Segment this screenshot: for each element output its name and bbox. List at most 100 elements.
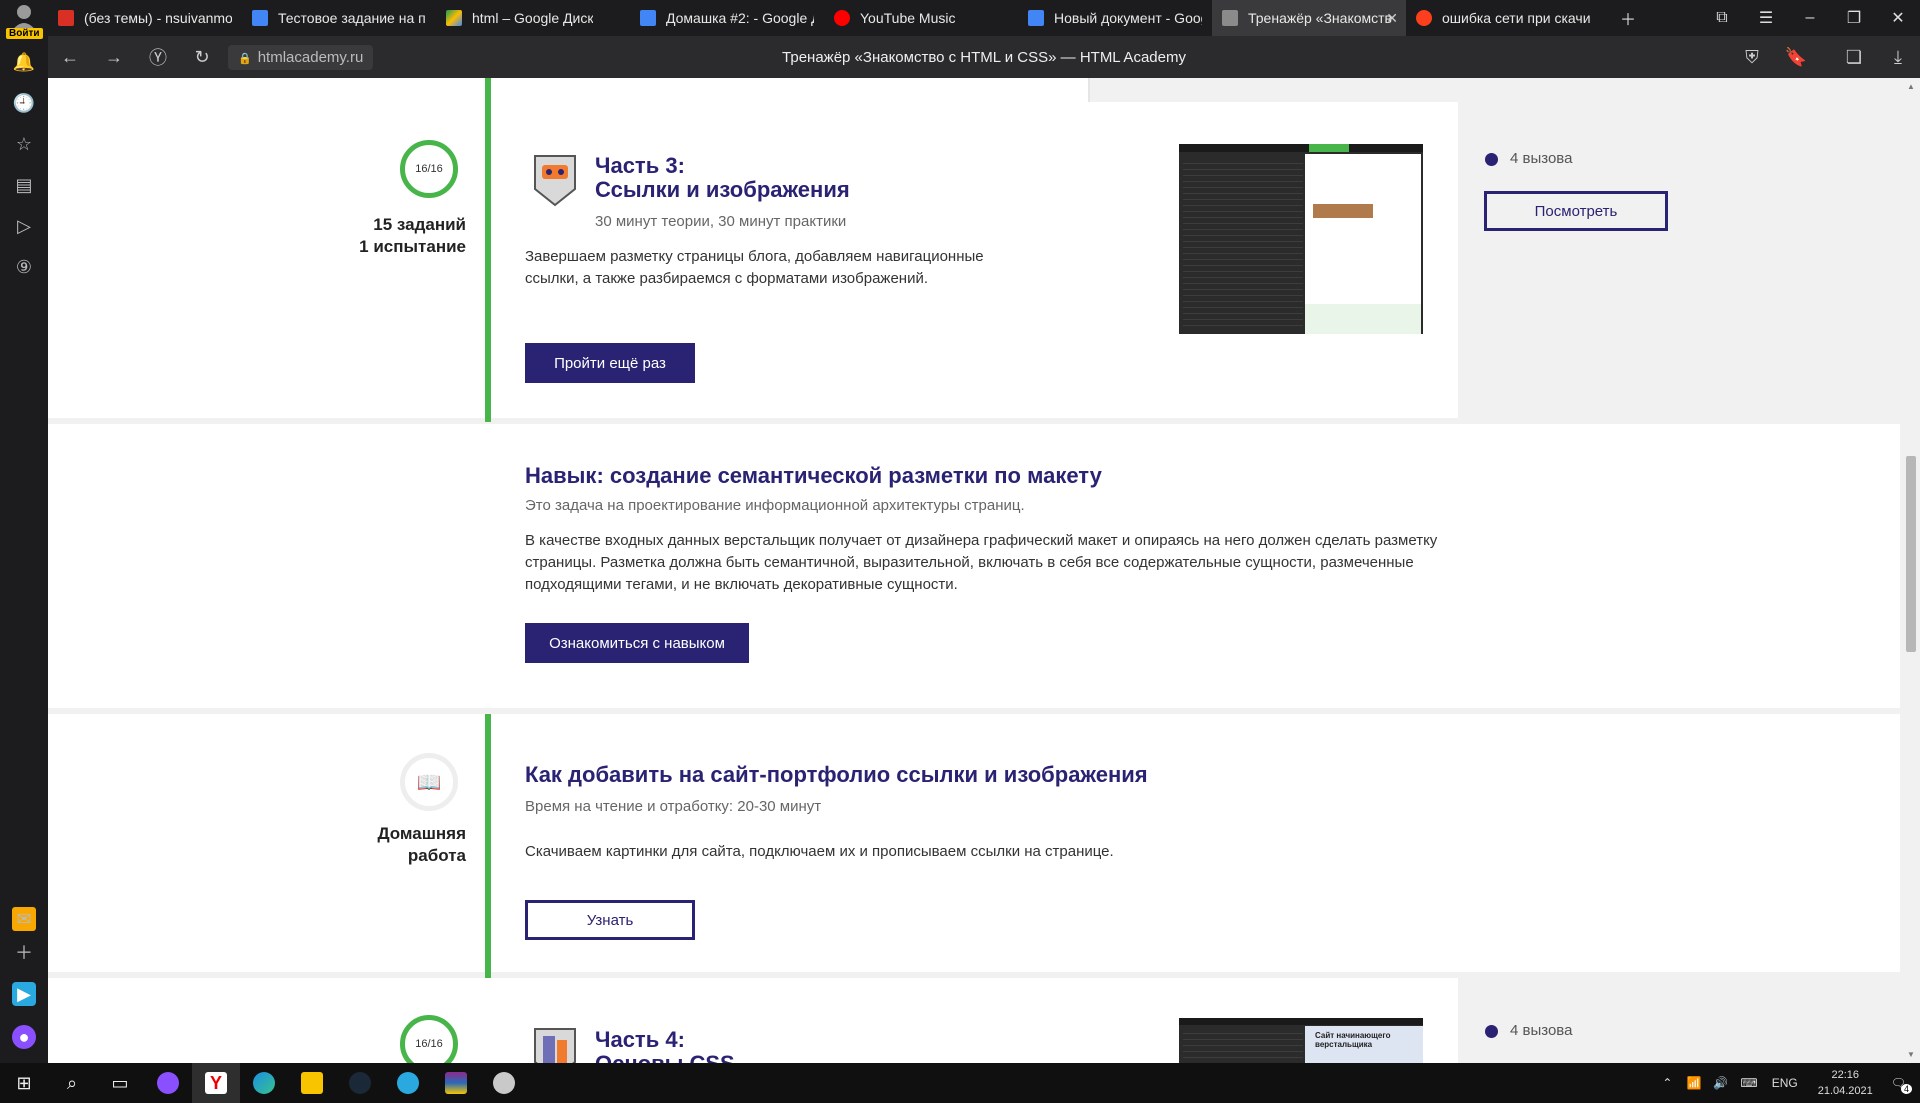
clock-time: 22:16: [1831, 1069, 1859, 1081]
tray-chevron-icon[interactable]: ⌃: [1662, 1076, 1672, 1090]
yandex-browser-icon[interactable]: Y: [192, 1063, 240, 1103]
play-icon[interactable]: ▷: [12, 214, 36, 238]
book-icon: 📖: [416, 771, 442, 794]
homework-caption-line1: Домашняя: [377, 824, 466, 843]
preview-code: [1183, 1028, 1303, 1063]
tab-label: html – Google Диск: [472, 10, 594, 26]
yandex-home-icon[interactable]: Ⓨ: [136, 44, 180, 70]
edge-icon[interactable]: [240, 1063, 288, 1103]
add-service-icon[interactable]: ＋: [12, 941, 36, 965]
volume-icon[interactable]: 🔊: [1713, 1076, 1728, 1090]
part3-stats: 15 заданий 1 испытание: [359, 214, 466, 258]
alice-icon[interactable]: ●: [12, 1025, 36, 1049]
reload-icon[interactable]: ↻: [180, 47, 224, 68]
restore-icon[interactable]: ❐: [1832, 8, 1876, 28]
new-tab-icon[interactable]: ＋: [1606, 6, 1650, 30]
preview-check: [1309, 144, 1349, 152]
app-icon[interactable]: [480, 1063, 528, 1103]
tab-label: (без темы) - nsuivanmoise: [84, 10, 232, 26]
scroll-down-icon[interactable]: ▼: [1907, 1050, 1915, 1059]
previous-card-fragment: [48, 78, 1088, 102]
bell-icon[interactable]: 🔔: [12, 50, 36, 74]
learn-button[interactable]: Узнать: [525, 900, 695, 940]
part3-title-line2: Ссылки и изображения: [595, 177, 850, 202]
address-bar[interactable]: 🔒 htmlacademy.ru: [228, 44, 374, 70]
clock-date: 21.04.2021: [1817, 1085, 1873, 1097]
tab-label: ошибка сети при скачив: [1442, 10, 1590, 26]
google-docs-icon: [252, 10, 268, 26]
skill-button[interactable]: Ознакомиться с навыком: [525, 623, 749, 663]
skill-title: Навык: создание семантической разметки п…: [525, 463, 1102, 488]
url-text: htmlacademy.ru: [257, 48, 364, 66]
steam-icon[interactable]: [336, 1063, 384, 1103]
collections-icon[interactable]: ❏: [1832, 47, 1876, 68]
view-button[interactable]: Посмотреть: [1484, 191, 1668, 231]
star-icon[interactable]: ☆: [12, 132, 36, 156]
close-window-icon[interactable]: ✕: [1876, 8, 1920, 28]
divider: [1088, 78, 1090, 102]
skill-subtitle: Это задача на проектирование информацион…: [525, 497, 1025, 514]
keyboard-icon[interactable]: ⌨: [1740, 1076, 1757, 1090]
tab-gmail[interactable]: (без темы) - nsuivanmoise: [48, 0, 242, 36]
part3-title-line1: Часть 3:: [595, 153, 685, 178]
system-tray: ⌃ 📶 🔊 ⌨ ENG 22:16 21.04.2021 🗨 4: [1654, 1063, 1920, 1103]
tab-yandex-search[interactable]: ошибка сети при скачив: [1406, 0, 1600, 36]
tab-label: Новый документ - Googl: [1054, 10, 1202, 26]
browser-sidebar: Войти 🔔 🕘 ☆ ▤ ▷ ⑨ ✉ ＋ ▶ ●: [0, 0, 48, 1063]
bookmark-icon[interactable]: 🔖: [1774, 47, 1818, 68]
menu-icon[interactable]: ☰: [1744, 8, 1788, 28]
scroll-up-icon[interactable]: ▲: [1907, 82, 1915, 91]
clock[interactable]: 22:16 21.04.2021: [1818, 1067, 1873, 1099]
tab-homework-doc[interactable]: Домашка #2: - Google Д: [630, 0, 824, 36]
mail-icon[interactable]: ✉: [12, 907, 36, 931]
forward-icon[interactable]: →: [92, 47, 136, 68]
calls-dot: [1485, 152, 1498, 166]
htmlacademy-icon: [1222, 10, 1238, 26]
bookmarks-panel-icon[interactable]: ⧉: [1700, 9, 1744, 27]
back-icon[interactable]: ←: [48, 47, 92, 68]
tab-youtube-music[interactable]: YouTube Music: [824, 0, 1018, 36]
part3-duration: 30 минут теории, 30 минут практики: [595, 213, 847, 230]
preview-tasks: [1305, 304, 1421, 334]
homework-description: Скачиваем картинки для сайта, подключаем…: [525, 843, 1114, 860]
part4-badge-icon: [533, 1026, 577, 1063]
close-tab-icon[interactable]: ✕: [1386, 10, 1398, 27]
notifications-icon[interactable]: 🗨 4: [1891, 1076, 1912, 1094]
homework-caption: Домашняя работа: [377, 823, 466, 867]
retry-button[interactable]: Пройти ещё раз: [525, 343, 695, 383]
search-icon[interactable]: ⌕: [48, 1063, 96, 1103]
tab-number-icon[interactable]: ⑨: [12, 255, 36, 279]
part3-progress-circle: 16/16: [400, 140, 458, 198]
telegram-icon[interactable]: [384, 1063, 432, 1103]
tab-test-task[interactable]: Тестовое задание на поз: [242, 0, 436, 36]
network-icon[interactable]: 📶: [1686, 1076, 1701, 1090]
notes-icon[interactable]: ▤: [12, 173, 36, 197]
file-explorer-icon[interactable]: [288, 1063, 336, 1103]
minimize-icon[interactable]: –: [1788, 9, 1832, 27]
alice-taskbar-icon[interactable]: [144, 1063, 192, 1103]
tab-new-doc[interactable]: Новый документ - Googl: [1018, 0, 1212, 36]
protect-icon[interactable]: ⛨: [1730, 47, 1774, 68]
task-view-icon[interactable]: ▭: [96, 1063, 144, 1103]
history-icon[interactable]: 🕘: [12, 91, 36, 115]
part3-description: Завершаем разметку страницы блога, добав…: [525, 248, 984, 287]
windows-start-icon[interactable]: ⊞: [0, 1063, 48, 1103]
part3-preview-image[interactable]: [1179, 144, 1423, 334]
calls-text: 4 вызова: [1510, 150, 1573, 167]
tab-label: Тренажёр «Знакомств: [1248, 10, 1392, 26]
tab-google-drive[interactable]: html – Google Диск: [436, 0, 630, 36]
page-content: 16/16 15 заданий 1 испытание Часть 3: Сс…: [48, 78, 1920, 1063]
google-docs-icon: [1028, 10, 1044, 26]
page-scrollbar[interactable]: ▲ ▼: [1902, 78, 1920, 1063]
messenger-icon[interactable]: ▶: [12, 982, 36, 1006]
part4-preview-image[interactable]: Сайт начинающего верстальщика: [1179, 1018, 1423, 1063]
login-label[interactable]: Войти: [6, 28, 43, 39]
downloads-icon[interactable]: ⤓: [1876, 47, 1920, 68]
tab-htmlacademy[interactable]: Тренажёр «Знакомств ✕: [1212, 0, 1406, 36]
scrollbar-thumb[interactable]: [1906, 456, 1916, 652]
timeline-line: [485, 78, 491, 422]
winrar-icon[interactable]: [432, 1063, 480, 1103]
homework-circle: 📖: [400, 753, 458, 811]
notifications-count: 4: [1900, 1084, 1912, 1094]
language-indicator[interactable]: ENG: [1772, 1076, 1798, 1090]
